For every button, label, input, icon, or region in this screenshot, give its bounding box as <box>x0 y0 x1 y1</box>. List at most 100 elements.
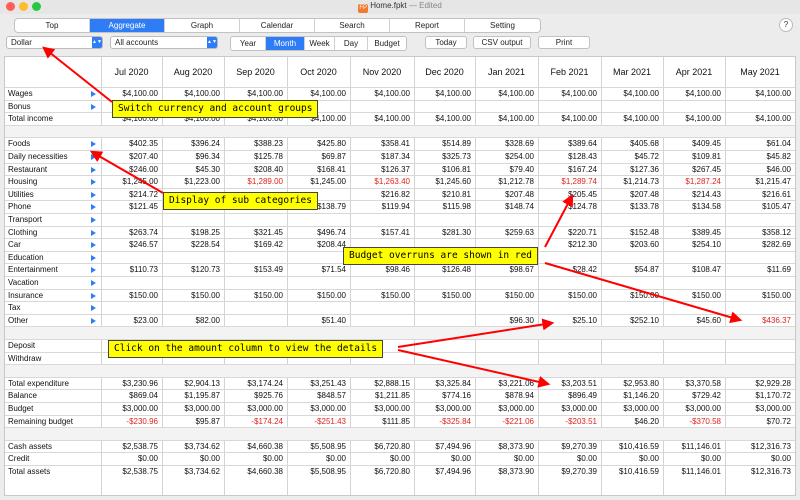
today-button[interactable]: Today <box>425 36 467 49</box>
column-header[interactable]: Oct 2020 <box>287 57 350 87</box>
amount-cell[interactable]: $133.78 <box>609 201 659 213</box>
amount-cell[interactable]: $1,263.40 <box>360 176 410 188</box>
amount-cell[interactable]: $115.98 <box>421 201 471 213</box>
expand-triangle-icon[interactable] <box>91 91 96 97</box>
column-header[interactable]: Jan 2021 <box>475 57 538 87</box>
amount-cell[interactable]: $45.82 <box>741 151 791 163</box>
amount-cell[interactable]: $3,000.00 <box>421 403 471 415</box>
period-day-button[interactable]: Day <box>335 37 368 50</box>
tab-graph[interactable]: Graph <box>165 19 240 32</box>
column-header[interactable]: May 2021 <box>725 57 795 87</box>
amount-cell[interactable]: $45.30 <box>170 164 220 176</box>
amount-cell[interactable]: $252.10 <box>609 315 659 327</box>
amount-cell[interactable]: -$221.06 <box>484 416 534 428</box>
amount-cell[interactable]: $150.00 <box>609 290 659 302</box>
column-header[interactable]: Apr 2021 <box>663 57 725 87</box>
period-year-button[interactable]: Year <box>231 37 266 50</box>
amount-cell[interactable]: $153.49 <box>233 264 283 276</box>
amount-cell[interactable]: $0.00 <box>108 453 158 465</box>
amount-cell[interactable]: $150.00 <box>741 290 791 302</box>
amount-cell[interactable]: $125.78 <box>233 151 283 163</box>
amount-cell[interactable]: $496.74 <box>296 227 346 239</box>
amount-cell[interactable]: $4,100.00 <box>547 88 597 100</box>
amount-cell[interactable]: $12,316.73 <box>741 466 791 478</box>
amount-cell[interactable]: $6,720.80 <box>360 466 410 478</box>
amount-cell[interactable]: $106.81 <box>421 164 471 176</box>
print-button[interactable]: Print <box>538 36 590 49</box>
amount-cell[interactable]: $0.00 <box>484 453 534 465</box>
amount-cell[interactable]: $4,100.00 <box>609 113 659 125</box>
amount-cell[interactable]: $4,100.00 <box>671 88 721 100</box>
amount-cell[interactable]: $79.40 <box>484 164 534 176</box>
amount-cell[interactable]: $207.48 <box>484 189 534 201</box>
amount-cell[interactable]: $3,174.24 <box>233 378 283 390</box>
amount-cell[interactable]: $1,211.85 <box>360 390 410 402</box>
tab-setting[interactable]: Setting <box>465 19 540 32</box>
amount-cell[interactable]: $210.81 <box>421 189 471 201</box>
amount-cell[interactable]: $4,100.00 <box>421 88 471 100</box>
amount-cell[interactable]: $4,100.00 <box>421 113 471 125</box>
amount-cell[interactable]: $281.30 <box>421 227 471 239</box>
amount-cell[interactable]: $150.00 <box>360 290 410 302</box>
amount-cell[interactable]: $2,538.75 <box>108 466 158 478</box>
amount-cell[interactable]: $28.42 <box>547 264 597 276</box>
amount-cell[interactable]: $128.43 <box>547 151 597 163</box>
amount-cell[interactable]: $205.45 <box>547 189 597 201</box>
amount-cell[interactable]: $95.87 <box>170 416 220 428</box>
expand-triangle-icon[interactable] <box>91 154 96 160</box>
amount-cell[interactable]: $126.37 <box>360 164 410 176</box>
expand-triangle-icon[interactable] <box>91 292 96 299</box>
amount-cell[interactable]: -$174.24 <box>233 416 283 428</box>
expand-triangle-icon[interactable] <box>91 166 96 173</box>
amount-cell[interactable]: $328.69 <box>484 138 534 150</box>
amount-cell[interactable]: $212.30 <box>547 239 597 251</box>
amount-cell[interactable]: $7,494.96 <box>421 441 471 453</box>
column-header[interactable]: Feb 2021 <box>538 57 601 87</box>
amount-cell[interactable]: $23.00 <box>108 315 158 327</box>
amount-cell[interactable]: $167.24 <box>547 164 597 176</box>
amount-cell[interactable]: $4,100.00 <box>671 113 721 125</box>
amount-cell[interactable]: $3,203.51 <box>547 378 597 390</box>
amount-cell[interactable]: $5,508.95 <box>296 466 346 478</box>
amount-cell[interactable]: $152.48 <box>609 227 659 239</box>
amount-cell[interactable]: $4,100.00 <box>547 113 597 125</box>
amount-cell[interactable]: $3,000.00 <box>484 403 534 415</box>
amount-cell[interactable]: $216.82 <box>360 189 410 201</box>
amount-cell[interactable]: $3,000.00 <box>360 403 410 415</box>
expand-triangle-icon[interactable] <box>91 254 96 261</box>
amount-cell[interactable]: $263.74 <box>108 227 158 239</box>
amount-cell[interactable]: $10,416.59 <box>609 466 659 478</box>
amount-cell[interactable]: $1,289.74 <box>547 176 597 188</box>
amount-cell[interactable]: $82.00 <box>170 315 220 327</box>
account-group-select[interactable]: All accounts ▲▼ <box>110 36 218 49</box>
amount-cell[interactable]: $3,251.43 <box>296 378 346 390</box>
amount-cell[interactable]: -$251.43 <box>296 416 346 428</box>
amount-cell[interactable]: -$230.96 <box>108 416 158 428</box>
amount-cell[interactable]: $405.68 <box>609 138 659 150</box>
amount-cell[interactable]: $3,370.58 <box>671 378 721 390</box>
amount-cell[interactable]: $3,000.00 <box>671 403 721 415</box>
amount-cell[interactable]: $1,212.78 <box>484 176 534 188</box>
amount-cell[interactable]: $150.00 <box>108 290 158 302</box>
amount-cell[interactable]: $4,100.00 <box>108 88 158 100</box>
amount-cell[interactable]: $1,287.24 <box>671 176 721 188</box>
amount-cell[interactable]: $121.45 <box>108 201 158 213</box>
amount-cell[interactable]: $925.76 <box>233 390 283 402</box>
tab-calendar[interactable]: Calendar <box>240 19 315 32</box>
amount-cell[interactable]: $61.04 <box>741 138 791 150</box>
tab-top[interactable]: Top <box>15 19 90 32</box>
column-header[interactable]: Nov 2020 <box>350 57 414 87</box>
amount-cell[interactable]: $157.41 <box>360 227 410 239</box>
amount-cell[interactable]: $207.40 <box>108 151 158 163</box>
amount-cell[interactable]: $0.00 <box>609 453 659 465</box>
amount-cell[interactable]: $9,270.39 <box>547 466 597 478</box>
amount-cell[interactable]: $9,270.39 <box>547 441 597 453</box>
period-month-button[interactable]: Month <box>266 37 305 50</box>
amount-cell[interactable]: $0.00 <box>671 453 721 465</box>
amount-cell[interactable]: $358.41 <box>360 138 410 150</box>
amount-cell[interactable]: $1,215.47 <box>741 176 791 188</box>
amount-cell[interactable]: $208.40 <box>233 164 283 176</box>
amount-cell[interactable]: $1,170.72 <box>741 390 791 402</box>
amount-cell[interactable]: $71.54 <box>296 264 346 276</box>
amount-cell[interactable]: $4,100.00 <box>484 113 534 125</box>
